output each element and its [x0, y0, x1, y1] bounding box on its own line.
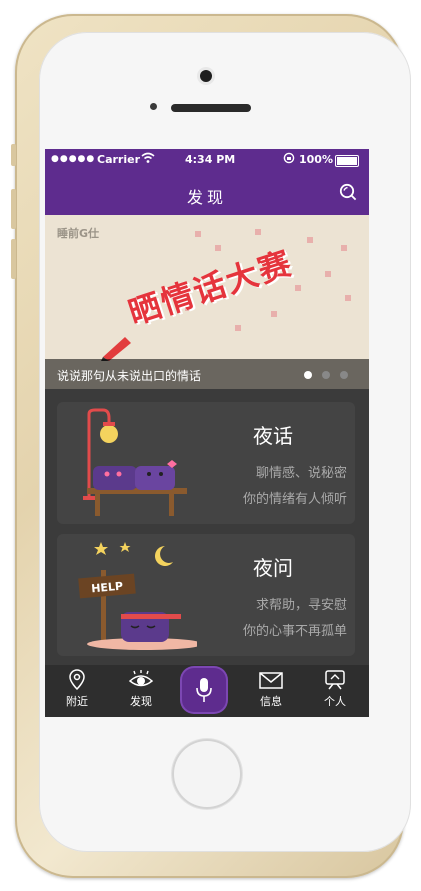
card-description: 你的情绪有人倾听	[242, 492, 347, 507]
proximity-sensor	[150, 103, 157, 110]
help-sign-text: HELP	[91, 580, 124, 596]
microphone-icon	[196, 678, 212, 702]
battery-percent: 100%	[299, 153, 333, 166]
eye-icon	[128, 670, 154, 687]
mail-icon	[259, 672, 283, 689]
nav-bar: 发现	[45, 171, 369, 215]
carrier-name: Carrier	[97, 153, 141, 166]
card-title: 夜问	[253, 556, 293, 580]
carousel-dot-1[interactable]	[304, 371, 312, 379]
home-button[interactable]	[172, 739, 242, 809]
pencil-illustration	[101, 337, 131, 361]
tab-bar: 附近 发现 信息 个人	[45, 665, 369, 717]
carousel-dot-2[interactable]	[322, 371, 330, 379]
night-talk-card[interactable]: 夜话 聊情感、说秘密 你的情绪有人倾听	[57, 402, 355, 524]
brand-stamp: 睡前G仕	[57, 227, 100, 240]
tab-voice-button[interactable]	[182, 668, 226, 712]
volume-up-button	[11, 189, 16, 229]
contest-title: 晒情话大赛	[123, 243, 298, 333]
card-title: 夜话	[253, 424, 293, 448]
search-icon[interactable]	[339, 183, 357, 201]
battery-icon	[335, 155, 359, 167]
status-time: 4:34 PM	[185, 153, 236, 166]
wifi-icon	[141, 152, 155, 167]
tab-profile[interactable]: 个人	[305, 669, 365, 709]
status-bar: ●●●●● Carrier 4:34 PM 100%	[45, 149, 369, 171]
tab-label: 个人	[324, 695, 346, 708]
tab-label: 附近	[66, 695, 88, 708]
signal-strength-icon: ●●●●●	[51, 154, 96, 164]
promo-banner[interactable]: 睡前G仕 晒情话大赛 说说那句从未说出口的情话	[45, 215, 369, 389]
tab-label: 发现	[130, 695, 152, 708]
card-subtitle: 求帮助，寻安慰	[255, 598, 347, 613]
lamp-bench-illustration	[83, 408, 187, 516]
tab-messages[interactable]: 信息	[241, 669, 301, 709]
app-screen: ●●●●● Carrier 4:34 PM 100% 发现 睡前G仕 晒情话大赛…	[45, 149, 369, 717]
orientation-lock-icon	[283, 152, 295, 167]
earpiece-speaker	[171, 104, 251, 112]
card-description: 你的心事不再孤单	[242, 624, 347, 639]
tab-label: 信息	[260, 695, 282, 708]
tab-discover[interactable]: 发现	[111, 669, 171, 709]
help-sign-illustration: HELP	[78, 542, 197, 650]
location-pin-icon	[69, 669, 85, 691]
tab-nearby[interactable]: 附近	[47, 669, 107, 709]
mute-switch	[11, 144, 16, 166]
banner-caption-bar: 说说那句从未说出口的情话	[45, 359, 369, 389]
front-camera	[200, 70, 212, 82]
banner-caption: 说说那句从未说出口的情话	[57, 369, 202, 383]
profile-icon	[325, 670, 345, 690]
page-title: 发现	[186, 188, 227, 207]
carousel-dot-3[interactable]	[340, 371, 348, 379]
night-question-card[interactable]: HELP 夜问 求帮助，寻安慰 你的心事不再孤单	[57, 534, 355, 656]
volume-down-button	[11, 239, 16, 279]
card-subtitle: 聊情感、说秘密	[255, 466, 347, 481]
